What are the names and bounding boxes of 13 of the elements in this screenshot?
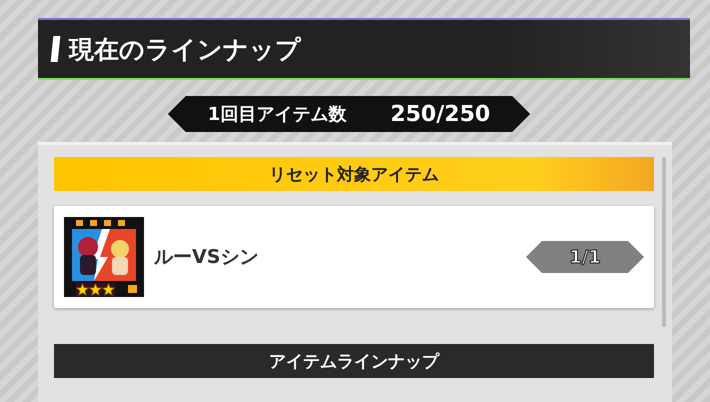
scrollbar[interactable] xyxy=(662,157,666,327)
star-icon xyxy=(89,283,102,296)
item-name: ルーVSシン xyxy=(154,245,260,270)
section-title: 現在のラインナップ xyxy=(69,34,301,66)
section-heading: アイテムラインナップ xyxy=(269,350,439,372)
count-label: 1回目アイテム数 xyxy=(208,103,346,126)
star-icon xyxy=(76,283,89,296)
item-count-badge: 1/1 xyxy=(526,241,644,273)
item-card[interactable]: ルーVSシン 1/1 xyxy=(54,206,654,308)
count-value: 250/250 xyxy=(390,102,490,126)
star-icon xyxy=(102,283,115,296)
bar-icon xyxy=(50,36,60,62)
section-heading: リセット対象アイテム xyxy=(269,164,439,186)
